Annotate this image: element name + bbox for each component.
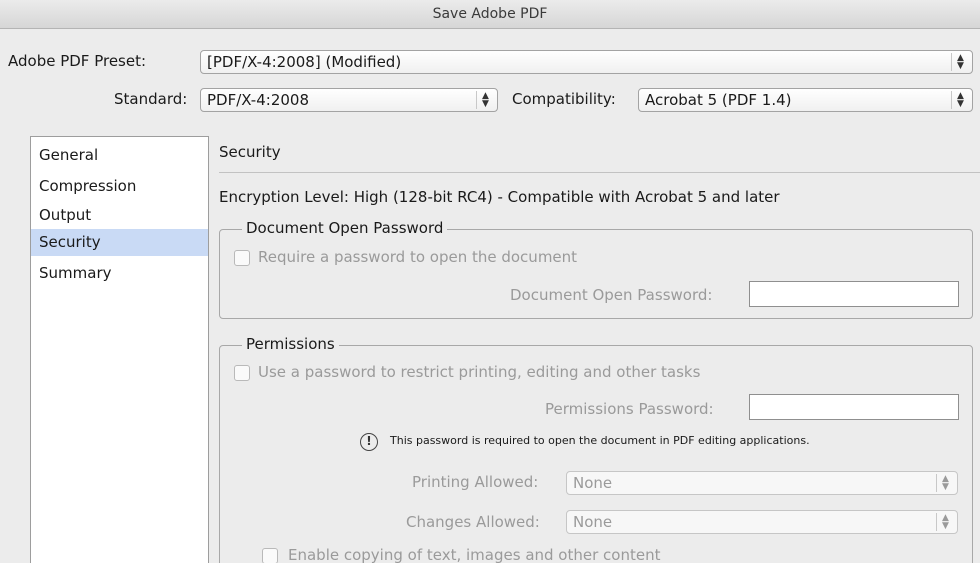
encryption-level: Encryption Level: High (128-bit RC4) - C… xyxy=(219,188,780,206)
chevron-updown-icon: ▲ ▼ xyxy=(951,91,969,109)
restrict-permissions-label: Use a password to restrict printing, edi… xyxy=(258,363,701,381)
section-title: Security xyxy=(219,143,281,161)
sidebar-item-general[interactable]: General xyxy=(31,142,208,169)
document-open-password-label: Document Open Password: xyxy=(510,286,713,304)
sidebar-item-output[interactable]: Output xyxy=(31,202,208,229)
compatibility-value: Acrobat 5 (PDF 1.4) xyxy=(645,91,792,109)
require-password-label: Require a password to open the document xyxy=(258,248,578,266)
compatibility-label: Compatibility: xyxy=(512,90,616,108)
chevron-updown-icon: ▲ ▼ xyxy=(951,53,969,71)
standard-select[interactable]: PDF/X-4:2008 ▲ ▼ xyxy=(200,88,498,112)
permissions-password-label: Permissions Password: xyxy=(545,400,714,418)
require-password-checkbox[interactable] xyxy=(234,250,250,266)
document-open-password-field[interactable] xyxy=(749,281,959,307)
compatibility-select[interactable]: Acrobat 5 (PDF 1.4) ▲ ▼ xyxy=(638,88,973,112)
changes-allowed-select[interactable]: None ▲ ▼ xyxy=(566,510,958,534)
sidebar: General Compression Output Security Summ… xyxy=(30,136,209,563)
chevron-updown-icon: ▲ ▼ xyxy=(936,513,954,531)
sidebar-item-compression[interactable]: Compression xyxy=(31,173,208,200)
preset-value: [PDF/X-4:2008] (Modified) xyxy=(207,53,402,71)
permissions-password-field[interactable] xyxy=(749,394,959,420)
standard-value: PDF/X-4:2008 xyxy=(207,91,309,109)
divider xyxy=(219,172,980,173)
permissions-note: This password is required to open the do… xyxy=(390,434,810,447)
printing-allowed-label: Printing Allowed: xyxy=(412,473,539,491)
permissions-legend: Permissions xyxy=(242,335,339,353)
chevron-updown-icon: ▲ ▼ xyxy=(936,474,954,492)
document-open-password-legend: Document Open Password xyxy=(242,219,448,237)
window-title: Save Adobe PDF xyxy=(0,0,980,29)
restrict-permissions-checkbox[interactable] xyxy=(234,365,250,381)
sidebar-item-security[interactable]: Security xyxy=(31,229,208,256)
enable-copying-label: Enable copying of text, images and other… xyxy=(288,546,661,563)
preset-label: Adobe PDF Preset: xyxy=(8,52,147,70)
chevron-updown-icon: ▲ ▼ xyxy=(476,91,494,109)
printing-allowed-value: None xyxy=(573,474,613,492)
sidebar-item-summary[interactable]: Summary xyxy=(31,260,208,287)
info-icon: ! xyxy=(360,433,378,451)
changes-allowed-label: Changes Allowed: xyxy=(406,513,540,531)
changes-allowed-value: None xyxy=(573,513,613,531)
preset-select[interactable]: [PDF/X-4:2008] (Modified) ▲ ▼ xyxy=(200,50,973,74)
printing-allowed-select[interactable]: None ▲ ▼ xyxy=(566,471,958,495)
standard-label: Standard: xyxy=(114,90,188,108)
enable-copying-checkbox[interactable] xyxy=(262,548,278,563)
